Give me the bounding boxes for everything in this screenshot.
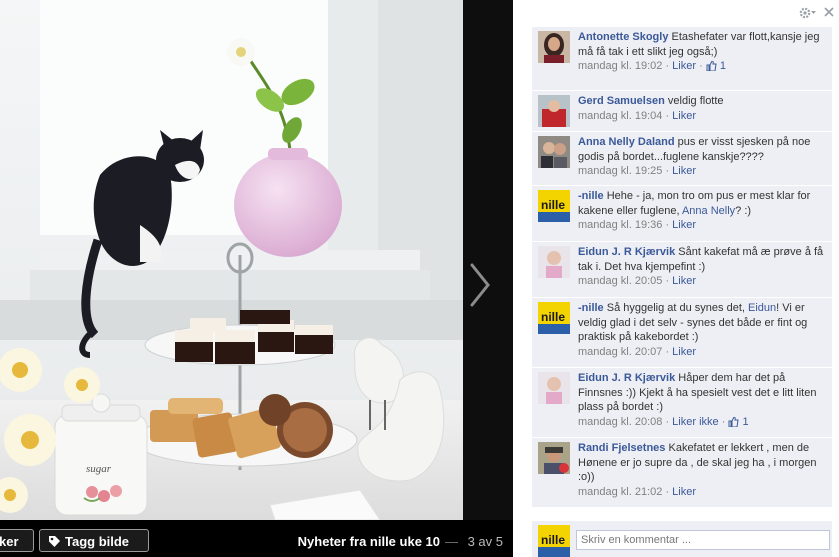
mention-link[interactable]: Eidun [748,302,776,314]
comment-author-link[interactable]: Eidun J. R Kjærvik [578,372,675,384]
avatar [538,442,570,474]
avatar [538,246,570,278]
comment-like-link[interactable]: Liker [672,165,696,177]
tag-icon [49,535,60,547]
comments-panel: Antonette Skogly Etashefater var flott,k… [513,0,839,557]
comment-author-link[interactable]: Gerd Samuelsen [578,95,665,107]
comment-item: nille -nille Hehe - ja, mon tro om pus e… [532,186,832,242]
comment-author-link[interactable]: Anna Nelly Daland [578,136,675,148]
comment-compose: nille [532,521,832,557]
nille-logo-avatar: nille [538,190,570,222]
nille-logo-avatar: nille [538,525,570,557]
photo-viewer: sugar ker Tagg bilde Nyheter fra nille u… [0,0,513,557]
avatar [538,95,570,127]
avatar [538,136,570,168]
comment-body: -nille Hehe - ja, mon tro om pus er mest… [578,190,811,231]
comment-time: mandag kl. 20:07 [578,345,663,358]
nille-logo-avatar: nille [538,302,570,334]
like-count-value: 1 [742,415,749,428]
comment-body: -nille Så hyggelig at du synes det, Eidu… [578,302,808,358]
album-title-link[interactable]: Nyheter fra nille uke 10 [298,534,440,549]
comment-item: Gerd Samuelsen veldig flotte mandag kl. … [532,91,832,132]
comment-list: Antonette Skogly Etashefater var flott,k… [532,27,832,508]
comment-item: Eidun J. R Kjærvik Håper dem har det på … [532,368,832,438]
comment-author-link[interactable]: -nille [578,190,604,202]
svg-text:nille: nille [541,533,565,547]
comment-body: Randi Fjelsetnes Kakefatet er lekkert , … [578,442,817,498]
thumbs-up-icon [706,61,717,71]
like-photo-button[interactable]: ker [0,529,34,552]
comment-text: veldig flotte [667,95,724,107]
comment-item: Eidun J. R Kjærvik Sånt kakefat må æ prø… [532,242,832,298]
comment-body: Eidun J. R Kjærvik Håper dem har det på … [578,372,817,428]
gear-icon[interactable] [799,6,817,20]
album-separator: — [445,534,458,549]
comment-like-link[interactable]: Liker [672,110,696,122]
comment-body: Gerd Samuelsen veldig flotte mandag kl. … [578,95,724,122]
comment-time: mandag kl. 19:25 [578,165,663,177]
comment-time: mandag kl. 20:05 [578,275,663,287]
svg-text:nille: nille [541,198,565,212]
comment-author-link[interactable]: -nille [578,302,604,314]
comment-time: mandag kl. 19:04 [578,109,663,122]
comment-item: Randi Fjelsetnes Kakefatet er lekkert , … [532,438,832,508]
comment-like-link[interactable]: Liker [672,219,696,231]
svg-text:nille: nille [541,310,565,324]
panel-toolbar [513,0,839,27]
comment-like-link[interactable]: Liker [672,346,696,358]
like-count-value: 1 [719,60,726,72]
comment-like-link[interactable]: Liker [672,486,696,498]
comment-body: Eidun J. R Kjærvik Sånt kakefat må æ prø… [578,246,824,287]
comment-author-link[interactable]: Antonette Skogly [578,31,668,43]
svg-text:sugar: sugar [86,463,112,475]
comment-like-count[interactable]: 1 [728,415,749,428]
comment-item: nille -nille Så hyggelig at du synes det… [532,298,832,368]
tag-photo-button[interactable]: Tagg bilde [39,529,149,552]
comment-like-link[interactable]: Liker [672,60,696,72]
comment-text-tail: ? :) [735,204,752,217]
comment-time: mandag kl. 20:08 [578,415,663,428]
comment-item: Anna Nelly Daland pus er visst sjesken p… [532,132,832,186]
next-photo-button[interactable] [466,255,496,315]
photo-counter: 3 av 5 [467,534,503,549]
photo-action-bar: ker Tagg bilde Nyheter fra nille uke 10 … [0,520,513,557]
comment-time: mandag kl. 19:02 [578,60,663,72]
comment-item: Antonette Skogly Etashefater var flott,k… [532,27,832,91]
close-icon[interactable] [823,6,835,18]
tag-photo-label: Tagg bilde [65,534,130,549]
chevron-right-icon [470,263,490,307]
mention-link[interactable]: Anna Nelly [682,205,735,217]
comment-author-link[interactable]: Randi Fjelsetnes [578,442,665,454]
comment-text: Så hyggelig at du synes det, [606,302,748,314]
comment-body: Antonette Skogly Etashefater var flott,k… [578,31,820,72]
like-photo-label: ker [0,534,19,549]
comment-like-link[interactable]: Liker [672,275,696,287]
thumbs-up-icon [728,416,739,427]
comment-author-link[interactable]: Eidun J. R Kjærvik [578,246,675,258]
photo-image: sugar [0,0,463,520]
avatar [538,31,570,63]
comment-time: mandag kl. 21:02 [578,485,663,498]
comment-input[interactable] [576,530,830,550]
avatar [538,372,570,404]
comment-like-count[interactable]: 1 [706,60,726,72]
comment-like-link[interactable]: Liker ikke [672,416,718,428]
comment-time: mandag kl. 19:36 [578,219,663,231]
comment-body: Anna Nelly Daland pus er visst sjesken p… [578,136,811,177]
